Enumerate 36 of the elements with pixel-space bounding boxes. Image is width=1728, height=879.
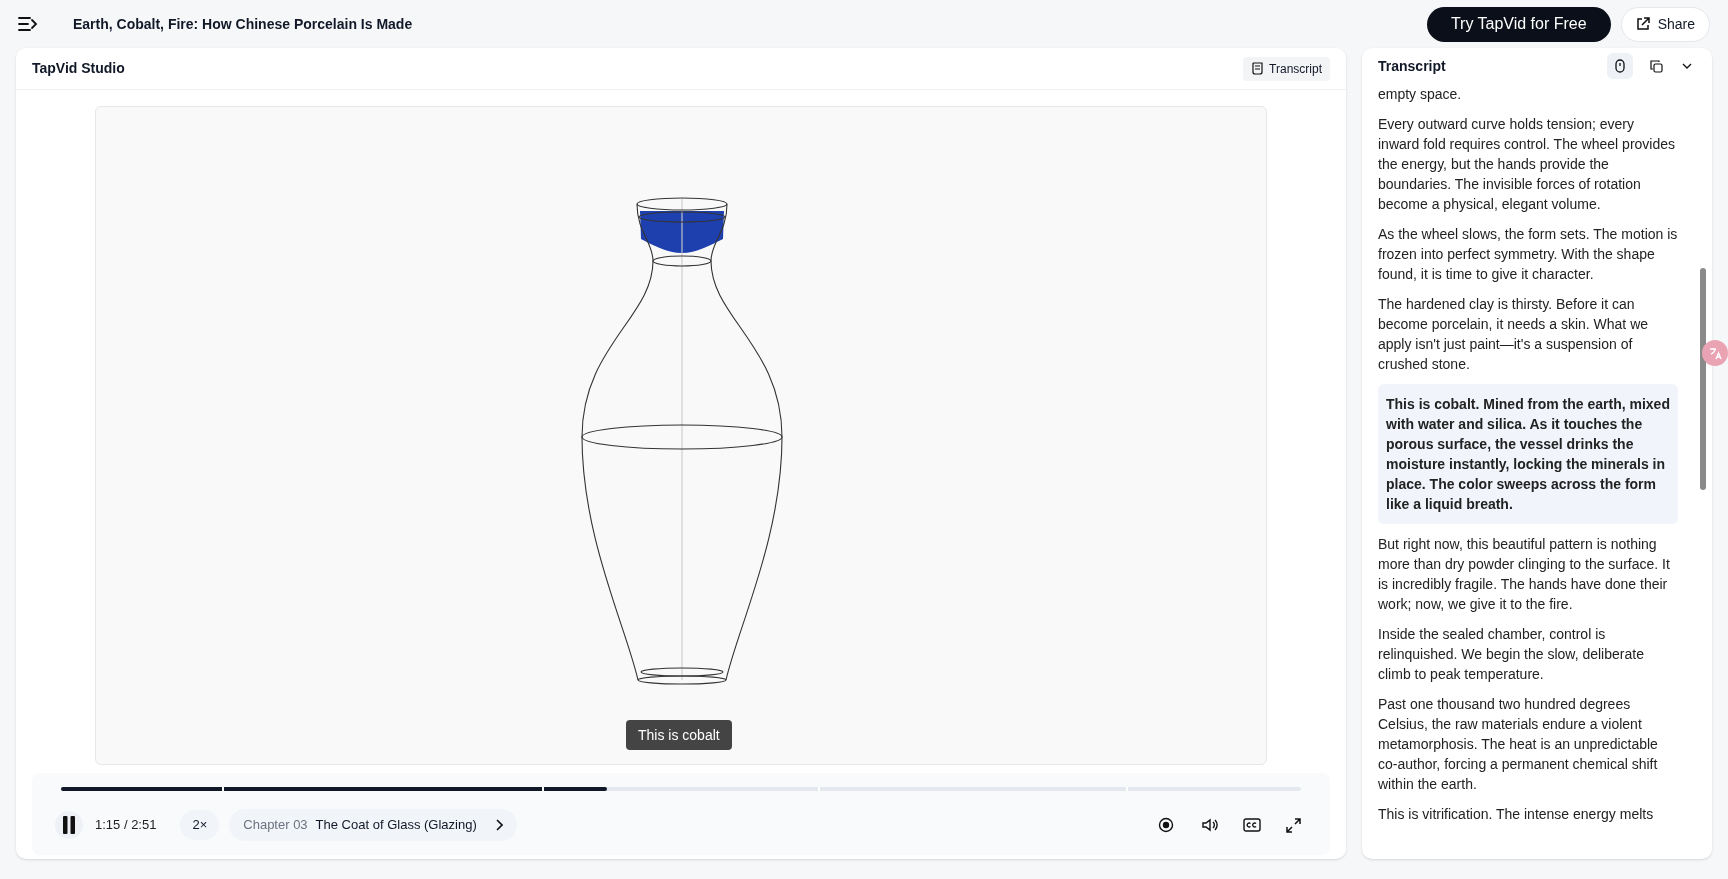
pause-button[interactable] [55, 811, 83, 839]
volume-icon[interactable] [1201, 817, 1218, 833]
transcript-paragraph[interactable]: But right now, this beautiful pattern is nothing more than dry powder clinging to the surface. It is incredibly fragile. The hands have done their work; now, we give it to the fire. [1378, 534, 1678, 614]
captions-icon[interactable] [1243, 818, 1261, 832]
transcript-paragraph[interactable]: Every outward curve holds tension; every inward fold requires control. The wheel provides the energy, but the hands provide the boundaries. The invisible forces of rotation become a physical, elegant volume. [1378, 114, 1678, 214]
translate-icon[interactable] [1702, 340, 1728, 366]
copy-icon[interactable] [1650, 59, 1663, 73]
scrollbar-thumb[interactable] [1700, 268, 1706, 490]
chevron-right-icon [494, 819, 503, 831]
transcript-paragraph[interactable]: Past one thousand two hundred degrees Celsius, the raw materials endure a violent metamorphosis. The heat is an unpredictable co-author, forcing a permanent chemical shift within the earth. [1378, 694, 1678, 794]
scroll-icon [1251, 62, 1265, 75]
transcript-paragraph[interactable]: Inside the sealed chamber, control is relinquished. We begin the slow, deliberate climb to peak temperature. [1378, 624, 1678, 684]
transcript-paragraph[interactable]: This is cobalt. Mined from the earth, mixed with water and silica. As it touches the porous surface, the vessel drinks the moisture instantly, locking the minerals in place. The color sweeps across the form like a liquid breath. [1378, 384, 1678, 524]
panel-title: TapVid Studio [32, 59, 125, 78]
transcript-paragraph[interactable]: empty space. [1378, 84, 1678, 104]
pause-icon [62, 816, 76, 834]
try-free-button[interactable]: Try TapVid for Free [1426, 6, 1611, 42]
chapter-button[interactable]: Chapter 03 The Coat of Glass (Glazing) [229, 809, 517, 841]
transcript-paragraph[interactable]: This is vitrification. The intense energy melts [1378, 804, 1678, 824]
autoscroll-button[interactable] [1607, 53, 1633, 79]
video-title: Earth, Cobalt, Fire: How Chinese Porcelain Is Made [73, 14, 413, 34]
share-button[interactable]: Share [1620, 6, 1710, 42]
menu-icon[interactable] [18, 16, 38, 32]
time-display: 1:15 / 2:51 [95, 816, 157, 835]
progress-bar[interactable] [61, 787, 1301, 791]
transcript-paragraph[interactable]: As the wheel slows, the form sets. The motion is frozen into perfect symmetry. With the shape found, it is time to give it character. [1378, 224, 1678, 284]
record-icon[interactable] [1158, 817, 1174, 833]
caption: This is cobalt [626, 720, 732, 750]
chevron-down-icon[interactable] [1682, 63, 1692, 69]
speed-button[interactable]: 2× [180, 810, 220, 840]
panel-title: Transcript [1378, 56, 1446, 76]
external-link-icon [1635, 17, 1650, 31]
transcript-button[interactable]: Transcript [1243, 56, 1330, 81]
mouse-icon [1614, 58, 1626, 74]
fullscreen-icon[interactable] [1286, 817, 1301, 833]
transcript-paragraph[interactable]: The hardened clay is thirsty. Before it can become porcelain, it needs a skin. What we apply isn't just paint—it's a suspension of crushed stone. [1378, 294, 1678, 374]
